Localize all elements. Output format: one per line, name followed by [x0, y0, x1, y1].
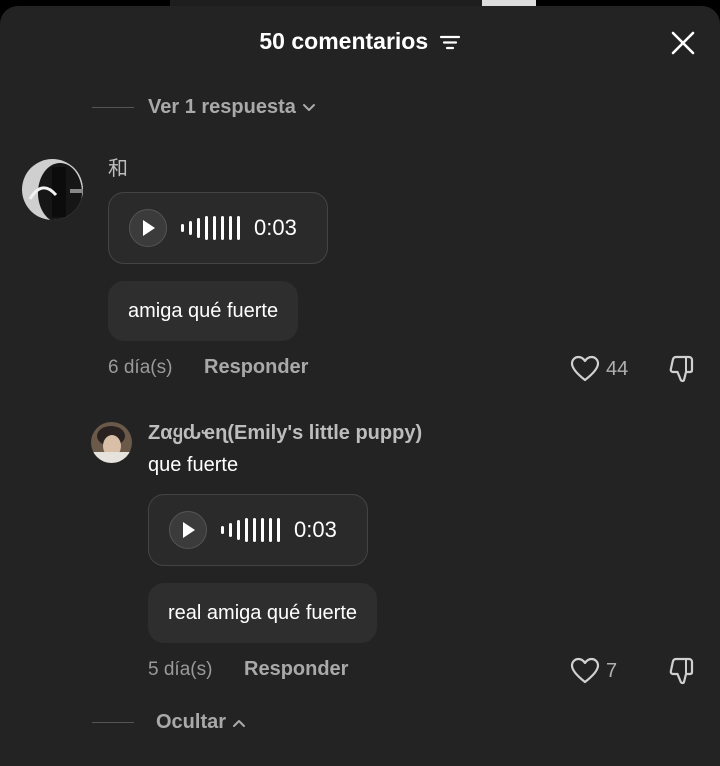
dislike-icon[interactable] [667, 656, 697, 686]
comment-author[interactable]: 和 [108, 152, 128, 181]
chevron-up-icon [233, 719, 246, 727]
like-count: 7 [606, 659, 618, 682]
chevron-down-icon [302, 103, 315, 111]
reply-reply-button[interactable]: Responder [244, 658, 348, 681]
play-button[interactable] [169, 511, 207, 549]
audio-duration: 0:03 [254, 215, 297, 240]
comments-header: 50 comentarios [0, 28, 720, 64]
like-count: 44 [606, 357, 629, 380]
reply-button[interactable]: Responder [204, 356, 308, 379]
comments-count-title: 50 comentarios [259, 28, 429, 54]
play-button[interactable] [129, 209, 167, 247]
reply-bubble-text: real amiga qué fuerte [168, 601, 358, 624]
reply-text: que fuerte [148, 454, 239, 476]
avatar[interactable] [22, 159, 83, 220]
voice-message[interactable]: 0:03 [108, 192, 328, 264]
view-replies-toggle[interactable]: Ver 1 respuesta [92, 96, 316, 119]
reply-text-bubble: real amiga qué fuerte [148, 583, 378, 643]
filter-icon[interactable] [439, 33, 461, 51]
hide-replies-label: Ocultar [156, 711, 227, 733]
comments-sheet: 50 comentarios Ver 1 respuesta 和 0:03 am… [0, 6, 720, 766]
comment-text-bubble: amiga qué fuerte [108, 281, 299, 341]
waveform-icon [181, 216, 240, 240]
reply-time: 5 día(s) [148, 659, 213, 680]
heart-icon [570, 657, 600, 684]
like-button[interactable]: 44 [570, 355, 628, 383]
close-icon[interactable] [670, 30, 696, 56]
view-replies-label: Ver 1 respuesta [148, 96, 296, 118]
dislike-icon[interactable] [667, 354, 697, 384]
audio-duration: 0:03 [294, 517, 337, 542]
comment-time: 6 día(s) [108, 357, 173, 378]
reply-voice-message[interactable]: 0:03 [148, 494, 368, 566]
comment-text: amiga qué fuerte [128, 299, 279, 322]
hide-replies-toggle[interactable]: Ocultar [92, 711, 246, 734]
heart-icon [570, 355, 600, 382]
divider-line [92, 107, 134, 108]
divider-line [92, 722, 134, 723]
play-icon [183, 522, 195, 538]
waveform-icon [221, 518, 280, 542]
reply-like-button[interactable]: 7 [570, 657, 617, 685]
reply-avatar[interactable] [91, 422, 132, 463]
play-icon [143, 220, 155, 236]
reply-author[interactable]: Zαყԃҽɳ(Emily's little puppy) [148, 420, 422, 445]
